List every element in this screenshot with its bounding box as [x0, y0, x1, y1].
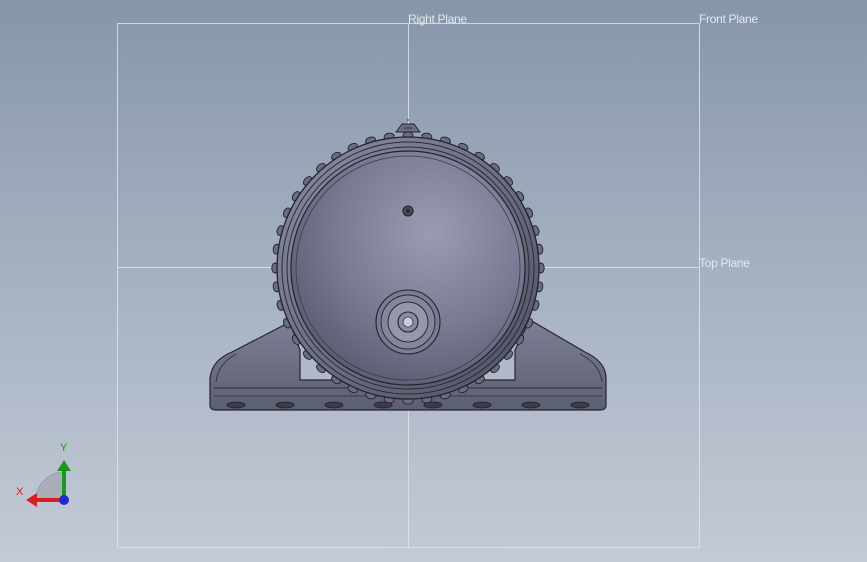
hub [375, 289, 441, 355]
view-triad[interactable] [26, 460, 71, 507]
triad-plane-icon [35, 471, 65, 501]
front-plane-label[interactable]: Front Plane [699, 12, 758, 26]
triad-y-label: Y [60, 442, 68, 454]
model-canvas[interactable] [0, 0, 867, 562]
z-axis-dot [59, 495, 69, 505]
triad-x-label: X [16, 486, 24, 498]
model-face[interactable] [290, 119, 526, 386]
graphics-viewport[interactable]: Right Plane Front Plane Top Plane X Y [0, 0, 867, 562]
top-plane-label[interactable]: Top Plane [699, 256, 750, 270]
right-plane-label[interactable]: Right Plane [408, 12, 467, 26]
